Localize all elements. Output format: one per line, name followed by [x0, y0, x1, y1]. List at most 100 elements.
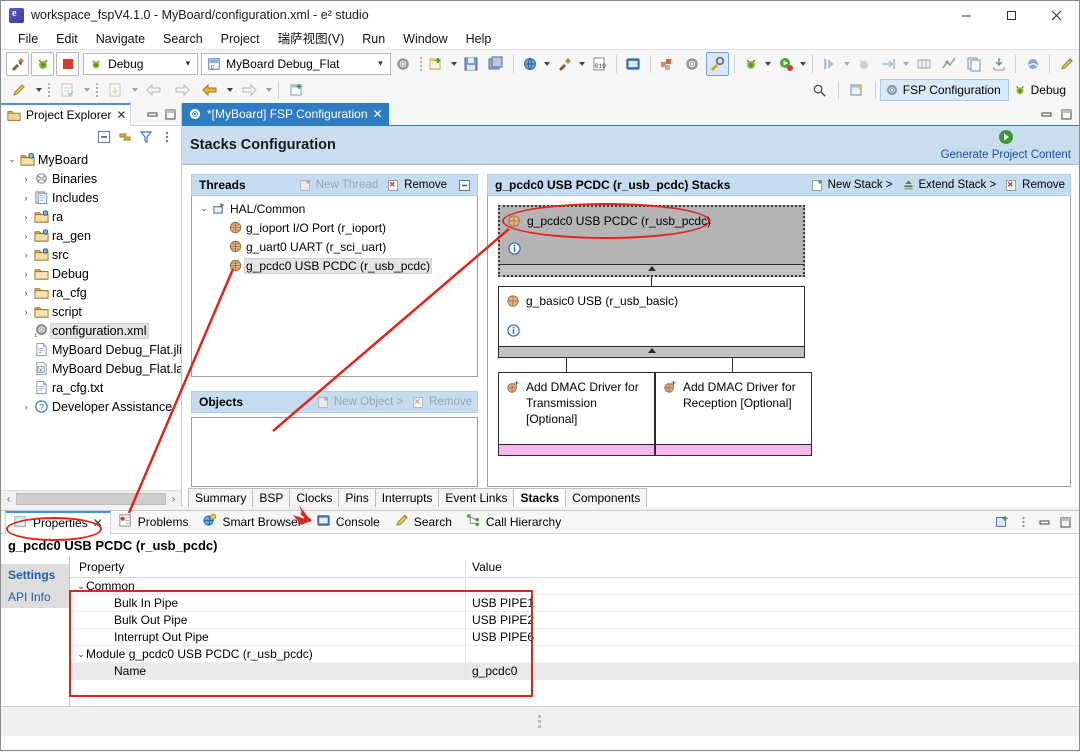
build-all-dropdown[interactable]	[577, 53, 587, 75]
pencil-button[interactable]	[1055, 52, 1078, 76]
view-menu-icon[interactable]	[159, 129, 175, 145]
stack-node-dmac-transmission[interactable]: Add DMAC Driver for Transmission [Option…	[498, 372, 655, 456]
tree-item-ra[interactable]: › ra	[1, 207, 181, 226]
last-edit-button[interactable]	[54, 78, 80, 102]
terminate-button[interactable]	[56, 51, 80, 76]
menu-project[interactable]: Project	[212, 29, 269, 49]
tab-fsp-configuration[interactable]: *[MyBoard] FSP Configuration ✕	[182, 102, 389, 126]
menu-help[interactable]: Help	[457, 29, 501, 49]
tree-item-myboard-debug-flat-laun[interactable]: x MyBoard Debug_Flat.laun	[1, 359, 181, 378]
suspend-button[interactable]	[852, 52, 875, 76]
back-dropdown[interactable]	[224, 79, 235, 101]
view-tab-properties[interactable]: Properties ✕	[5, 510, 111, 534]
stacks-canvas[interactable]: g_pcdc0 USB PCDC (r_usb_pcdc) g_basic0 U…	[487, 196, 1071, 487]
renesas-tools-button[interactable]	[1021, 52, 1044, 76]
memory-view-button[interactable]	[912, 52, 935, 76]
step-dropdown[interactable]	[901, 53, 911, 75]
thread-item-g-ioport-i-o-port-r-ioport[interactable]: g_ioport I/O Port (r_ioport)	[192, 218, 477, 237]
save-all-button[interactable]	[485, 52, 508, 76]
editor-tab-summary[interactable]: Summary	[188, 488, 254, 507]
view-tab-smart-browser[interactable]: Smart Browser	[195, 511, 308, 534]
search-icon-button[interactable]	[807, 78, 833, 102]
generate-project-content-area[interactable]: Generate Project Content	[941, 129, 1071, 161]
objects-list[interactable]	[191, 417, 478, 487]
launch-configuration-combo[interactable]: c MyBoard Debug_Flat ▾	[201, 52, 391, 75]
new-object-button[interactable]: New Object >	[317, 396, 403, 409]
view-tab-console[interactable]: Console	[309, 511, 387, 534]
property-row[interactable]: Name g_pcdc0	[70, 662, 1079, 680]
thread-item-hal-common[interactable]: ⌄ HAL/Common	[192, 199, 477, 218]
view-tab-call-hierarchy[interactable]: Call Hierarchy	[459, 511, 568, 534]
twisty-icon[interactable]: ⌄	[70, 581, 86, 592]
minimize-editor-icon[interactable]	[1038, 106, 1054, 122]
properties-side-tab-api-info[interactable]: API Info	[1, 586, 69, 608]
last-edit-dropdown[interactable]	[81, 79, 92, 101]
menu-run[interactable]: Run	[353, 29, 394, 49]
menu-renesas-views[interactable]: 瑞萨视图(V)	[269, 29, 354, 49]
remove-thread-button[interactable]: Remove	[387, 179, 447, 192]
next-annotation-dropdown[interactable]	[129, 79, 140, 101]
editor-tab-pins[interactable]: Pins	[338, 488, 376, 507]
twisty-icon[interactable]: ›	[19, 307, 33, 317]
menu-search[interactable]: Search	[154, 29, 212, 49]
maximize-view-icon[interactable]	[162, 106, 178, 122]
minimize-view-icon[interactable]	[1036, 514, 1052, 530]
property-row[interactable]: Bulk In Pipe USB PIPE1	[70, 594, 1079, 612]
tree-item-src[interactable]: › src	[1, 245, 181, 264]
build-button[interactable]	[6, 51, 30, 76]
close-icon[interactable]: ✕	[116, 108, 126, 122]
tree-item-developer-assistance[interactable]: ›? Developer Assistance	[1, 397, 181, 416]
remove-object-button[interactable]: Remove	[412, 396, 472, 409]
twisty-icon[interactable]: ›	[19, 402, 33, 412]
twisty-icon[interactable]: ›	[19, 174, 33, 184]
status-bar-grip[interactable]	[537, 714, 543, 730]
editor-tab-clocks[interactable]: Clocks	[289, 488, 340, 507]
project-tree[interactable]: ⌄ c MyBoard › Binaries › Includes › ra › ra_gen › sr…	[1, 148, 181, 490]
menu-file[interactable]: File	[9, 29, 47, 49]
editor-tab-bsp[interactable]: BSP	[252, 488, 291, 507]
components-button[interactable]	[656, 52, 679, 76]
web-browser-dropdown[interactable]	[542, 53, 552, 75]
toolbar-grip-2[interactable]	[45, 80, 52, 100]
tree-item-script[interactable]: › script	[1, 302, 181, 321]
properties-side-tab-settings[interactable]: Settings	[1, 564, 69, 586]
restore-view-icon[interactable]	[994, 514, 1010, 530]
trace-button[interactable]	[937, 52, 960, 76]
web-browser-button[interactable]	[518, 52, 541, 76]
open-perspective-button[interactable]	[844, 78, 870, 102]
debug-button[interactable]	[31, 51, 55, 76]
build-all-button[interactable]	[553, 52, 576, 76]
step-into-button[interactable]	[877, 52, 900, 76]
tree-item-ra-gen[interactable]: › ra_gen	[1, 226, 181, 245]
threads-tree[interactable]: ⌄ HAL/Common g_ioport I/O Port (r_ioport)g…	[191, 196, 478, 377]
tree-item-debug[interactable]: › Debug	[1, 264, 181, 283]
next-annotation-button[interactable]	[102, 78, 128, 102]
extend-stack-button[interactable]: Extend Stack >	[902, 179, 996, 192]
view-menu-icon[interactable]	[1015, 514, 1031, 530]
fsp-config-toggle-button[interactable]	[705, 51, 729, 76]
new-wizard-button[interactable]	[425, 52, 448, 76]
scroll-thumb[interactable]	[16, 493, 166, 505]
tree-item-myboard-debug-flat-jlink[interactable]: MyBoard Debug_Flat.jlink	[1, 340, 181, 359]
twisty-icon[interactable]: ›	[19, 193, 33, 203]
thread-item-g-pcdc0-usb-pcdc-r-usb-pcdc[interactable]: g_pcdc0 USB PCDC (r_usb_pcdc)	[192, 256, 477, 275]
twisty-icon[interactable]: ⌄	[70, 649, 86, 660]
editor-tab-event-links[interactable]: Event Links	[438, 488, 515, 507]
view-tab-problems[interactable]: Problems	[111, 511, 196, 534]
launch-settings-gear-button[interactable]	[392, 52, 415, 76]
editor-tab-stacks[interactable]: Stacks	[513, 488, 567, 507]
close-icon[interactable]: ✕	[93, 516, 103, 530]
tree-item-configuration-xml[interactable]: 1 configuration.xml	[1, 321, 181, 340]
resume-button[interactable]	[818, 52, 841, 76]
maximize-button[interactable]	[989, 1, 1034, 29]
generate-project-content-link[interactable]: Generate Project Content	[941, 149, 1071, 161]
debug-launch-dropdown[interactable]	[764, 53, 774, 75]
highlight-dropdown[interactable]	[33, 79, 44, 101]
twisty-icon[interactable]: ›	[19, 231, 33, 241]
toolbar-grip-3[interactable]	[93, 80, 100, 100]
editor-tab-interrupts[interactable]: Interrupts	[374, 488, 440, 507]
back-history-button[interactable]	[141, 78, 167, 102]
twisty-icon[interactable]: ›	[19, 288, 33, 298]
forward-dropdown[interactable]	[263, 79, 274, 101]
maximize-view-icon[interactable]	[1057, 514, 1073, 530]
